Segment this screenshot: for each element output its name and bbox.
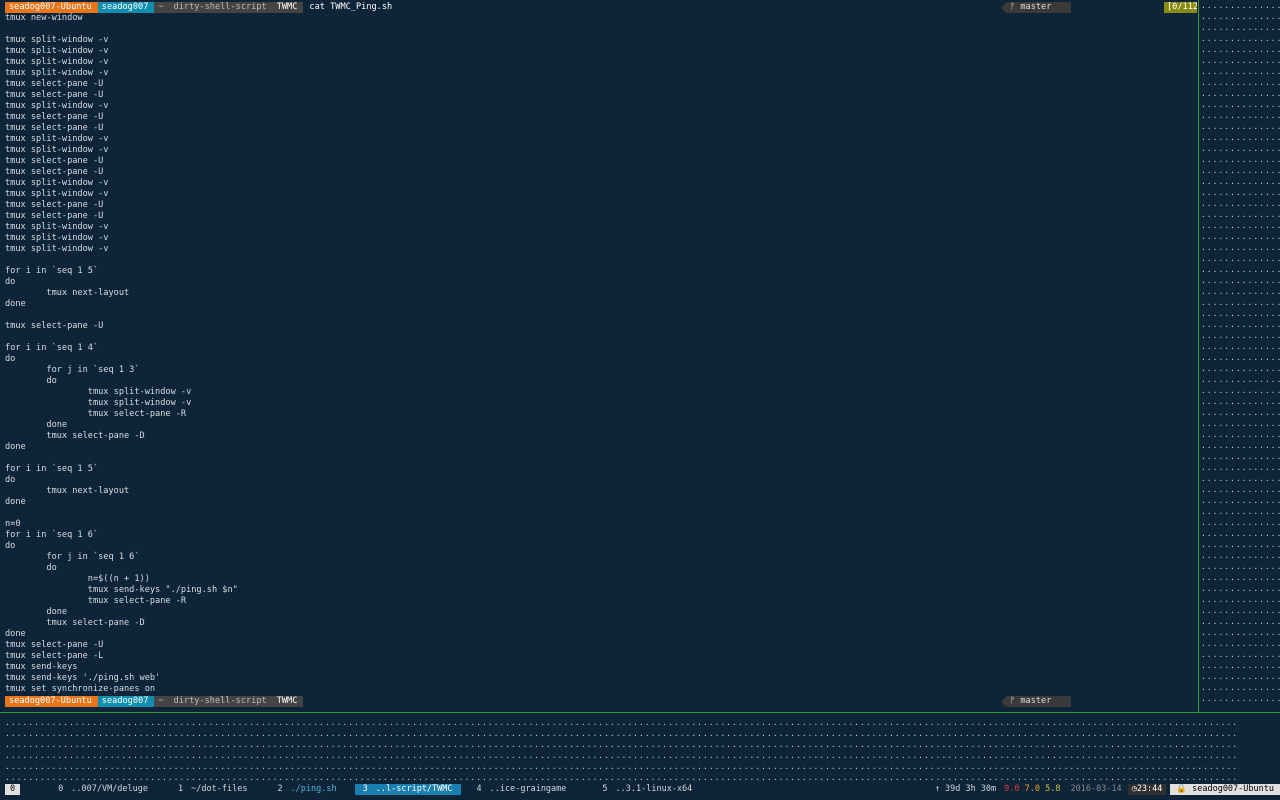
uptime: ↑ 39d 3h 30m [934, 783, 997, 794]
prompt-host: seadog007-Ubuntu [5, 696, 98, 707]
prompt-path-dir: dirty-shell-script [169, 2, 273, 13]
session-badge[interactable]: 0 [5, 783, 21, 795]
window-tab-2[interactable]: 2 ./ping.sh [269, 784, 344, 795]
git-status: ᚠ master [1001, 696, 1072, 707]
prompt-path-dir: dirty-shell-script [169, 696, 273, 707]
bottom-terminal-pane[interactable]: ........................................… [0, 712, 1280, 782]
prompt-line-bottom[interactable]: seadog007-Ubuntu seadog007 ~ dirty-shell… [5, 696, 1195, 707]
tmux-status-bar: 0 0 ..007/VM/deluge 1 ~/dot-files 2 ./ping.… [0, 782, 1280, 796]
pane-dot-fill: .............. .............. ..........… [1201, 1, 1280, 703]
date: 2016-03-14 [1070, 783, 1122, 794]
script-output: tmux new-window tmux split-window -v tmu… [5, 13, 238, 694]
prompt-line-top: seadog007-Ubuntu seadog007 ~ dirty-shell… [5, 2, 1197, 13]
right-terminal-pane[interactable]: .............. .............. ..........… [1198, 0, 1280, 712]
window-tab-0[interactable]: 0 ..007/VM/deluge [50, 784, 156, 795]
window-tab-4[interactable]: 4 ..ice-graingame [469, 784, 575, 795]
prompt-path-current: TWMC [272, 696, 304, 707]
status-right: ↑ 39d 3h 30m 9.0 7.0 5.8 2016-03-14 ◷23:… [935, 782, 1280, 796]
load-average: 9.0 7.0 5.8 [1004, 783, 1061, 794]
prompt-user: seadog007 [97, 696, 155, 707]
prompt-path-home: ~ [154, 2, 170, 13]
window-tab-5[interactable]: 5 ..3.1-linux-x64 [594, 784, 700, 795]
prompt-user: seadog007 [97, 2, 155, 13]
prompt-path-home: ~ [154, 696, 170, 707]
clock: ◷23:44 [1127, 783, 1167, 795]
window-tab-3[interactable]: 3 ..l-script/TWMC [354, 783, 461, 795]
prompt-host: seadog007-Ubuntu [5, 2, 98, 13]
prompt-path-current: TWMC [272, 2, 304, 13]
main-terminal-pane[interactable]: seadog007-Ubuntu seadog007 ~ dirty-shell… [0, 0, 1197, 712]
prompt-command: cat TWMC_Ping.sh [309, 2, 393, 12]
hostname-badge: 🔒 seadog007-Ubuntu [1170, 783, 1280, 795]
git-status: ᚠ master [1001, 2, 1072, 13]
git-branch: ᚠ master [1006, 696, 1072, 707]
window-tab-1[interactable]: 1 ~/dot-files [170, 784, 255, 795]
line-counter: [0/112] [1164, 2, 1197, 13]
git-branch: ᚠ master [1006, 2, 1072, 13]
pane-dot-fill: ........................................… [5, 718, 1239, 782]
